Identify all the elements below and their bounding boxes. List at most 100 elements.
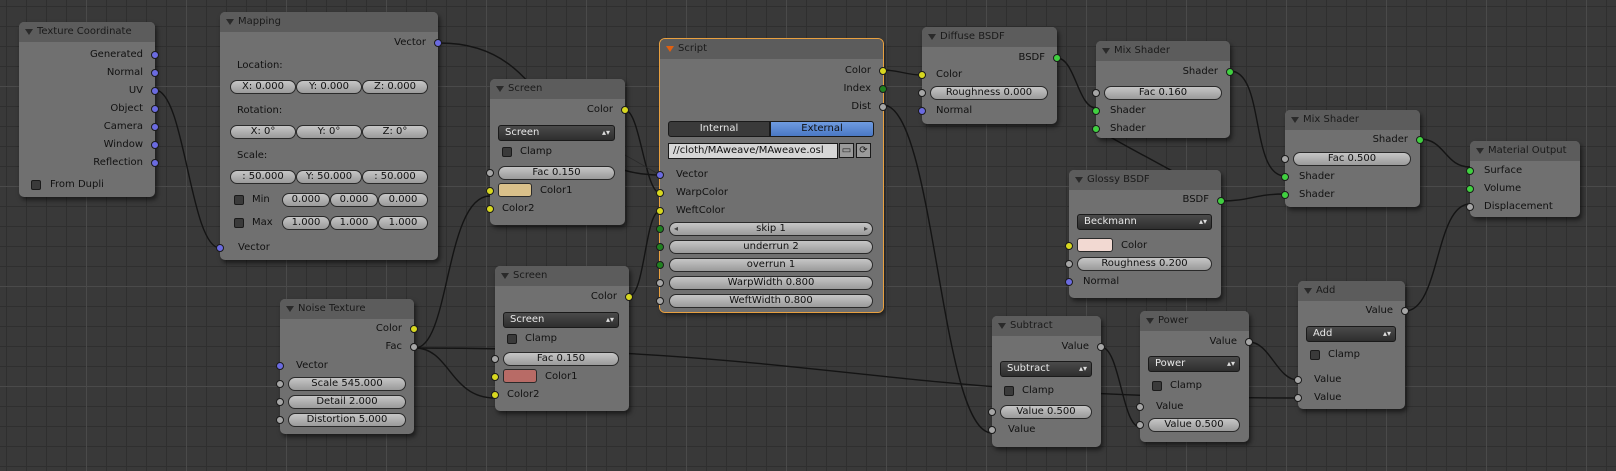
socket-object[interactable] [151,105,159,113]
socket-detail[interactable] [276,398,284,406]
socket-weftwidth[interactable] [656,297,664,305]
glossy-bsdf-node[interactable]: Glossy BSDF BSDF Beckmann ▴▾ Color Roughn… [1065,170,1225,298]
socket-shader1-in[interactable] [1092,107,1100,115]
internal-toggle[interactable]: Internal [668,121,770,137]
node-header[interactable]: Screen [495,266,629,286]
socket-warpwidth[interactable] [656,279,664,287]
socket-shader-out[interactable] [1416,136,1424,144]
socket-color-in[interactable] [918,71,926,79]
power-math-node[interactable]: Power Value Power ▴▾ Clamp Value Value 0.… [1136,311,1253,442]
color1-swatch[interactable] [503,369,537,383]
blend-mode-dropdown[interactable]: Screen ▴▾ [503,312,619,328]
socket-color-out[interactable] [410,325,418,333]
noise-texture-node[interactable]: Noise Texture Color Fac Vector Scale 545… [276,299,418,434]
socket-index-out[interactable] [879,85,887,93]
screen-node-1[interactable]: Screen Color Screen ▴▾ Clamp Fac 0.150 Co… [486,79,629,225]
socket-camera[interactable] [151,123,159,131]
mix-shader-node-2[interactable]: Mix Shader Shader Fac 0.500 Shader Shade… [1281,110,1424,207]
skip-field[interactable]: skip 1 ◂ ▸ [669,222,873,236]
collapse-arrow-icon[interactable] [1102,48,1110,54]
socket-fac-out[interactable] [410,343,418,351]
max-checkbox[interactable] [234,218,244,228]
socket-normal-in[interactable] [1065,278,1073,286]
socket-color1[interactable] [491,373,499,381]
socket-generated[interactable] [151,51,159,59]
node-header[interactable]: Mix Shader [1285,110,1420,130]
min-checkbox[interactable] [234,195,244,205]
socket-value-out[interactable] [1401,307,1409,315]
color1-swatch[interactable] [498,183,532,197]
clamp-checkbox[interactable] [507,334,517,344]
material-output-node[interactable]: Material Output Surface Volume Displacem… [1466,141,1580,217]
underrun-field[interactable]: underrun 2 [669,240,873,254]
collapse-arrow-icon[interactable] [928,34,936,40]
socket-value-out[interactable] [1245,338,1253,346]
location-z-field[interactable]: Z: 0.000 [362,80,428,94]
operation-dropdown[interactable]: Subtract ▴▾ [1000,361,1092,377]
collapse-arrow-icon[interactable] [1291,117,1299,123]
socket-surface-in[interactable] [1466,167,1474,175]
rotation-y-field[interactable]: Y: 0° [296,125,362,139]
socket-underrun[interactable] [656,243,664,251]
socket-vector-in[interactable] [276,362,284,370]
socket-vector-in[interactable] [656,171,664,179]
socket-normal[interactable] [151,69,159,77]
socket-value2-in[interactable] [988,426,996,434]
collapse-arrow-icon[interactable] [1476,148,1484,154]
external-toggle[interactable]: External [770,121,874,137]
operation-dropdown[interactable]: Power ▴▾ [1148,356,1240,372]
socket-window[interactable] [151,141,159,149]
socket-color2[interactable] [486,205,494,213]
distortion-field[interactable]: Distortion 5.000 [288,413,406,427]
min-z-field[interactable]: 0.000 [378,193,428,207]
clamp-checkbox[interactable] [1152,381,1162,391]
mapping-node[interactable]: Mapping Vector Location: X: 0.000 Y: 0.0… [216,12,442,260]
reload-icon[interactable]: ⟳ [856,143,871,158]
socket-color-out[interactable] [625,293,633,301]
socket-skip[interactable] [656,225,664,233]
socket-bsdf-out[interactable] [1053,54,1061,62]
value2-field[interactable]: Value 0.500 [1148,418,1240,432]
rotation-x-field[interactable]: X: 0° [230,125,296,139]
fac-field[interactable]: Fac 0.500 [1293,152,1411,166]
node-header[interactable]: Texture Coordinate [19,22,155,42]
min-y-field[interactable]: 0.000 [330,193,378,207]
distribution-dropdown[interactable]: Beckmann ▴▾ [1077,214,1212,230]
script-node[interactable]: Script Color Index Dist Internal Externa… [656,38,887,313]
detail-field[interactable]: Detail 2.000 [288,395,406,409]
node-header[interactable]: Script [660,39,883,59]
scale-y-field[interactable]: Y: 50.000 [296,170,362,184]
folder-icon[interactable]: ▭ [839,143,854,158]
overrun-field[interactable]: overrun 1 [669,258,873,272]
node-header[interactable]: Mapping [220,12,438,32]
screen-node-2[interactable]: Screen Color Screen ▴▾ Clamp Fac 0.150 Co… [491,266,633,411]
socket-vector-in[interactable] [216,244,224,252]
warpwidth-field[interactable]: WarpWidth 0.800 [669,276,873,290]
scale-x-field[interactable]: : 50.000 [230,170,296,184]
node-header[interactable]: Diffuse BSDF [922,27,1057,47]
script-path-input[interactable]: //cloth/MAweave/MAweave.osl [668,143,838,159]
socket-dist-out[interactable] [879,103,887,111]
texture-coordinate-node[interactable]: Texture Coordinate Generated Normal UV O… [19,22,159,197]
collapse-arrow-icon[interactable] [496,86,504,92]
socket-fac-in[interactable] [1281,155,1289,163]
add-math-node[interactable]: Add Value Add ▴▾ Clamp Value Value [1294,281,1409,409]
roughness-field[interactable]: Roughness 0.000 [930,86,1048,100]
color-swatch[interactable] [1077,238,1113,252]
node-header[interactable]: Power [1140,311,1249,331]
socket-shader-out[interactable] [1226,68,1234,76]
max-y-field[interactable]: 1.000 [330,216,378,230]
mix-shader-node-1[interactable]: Mix Shader Shader Fac 0.160 Shader Shade… [1092,41,1234,138]
value1-field[interactable]: Value 0.500 [1000,405,1092,419]
blend-mode-dropdown[interactable]: Screen ▴▾ [498,125,615,141]
socket-value1-in[interactable] [1136,403,1144,411]
collapse-arrow-icon[interactable] [998,323,1006,329]
socket-color-in[interactable] [1065,242,1073,250]
node-header[interactable]: Screen [490,79,625,99]
clamp-checkbox[interactable] [1004,386,1014,396]
socket-fac-in[interactable] [1092,89,1100,97]
weftwidth-field[interactable]: WeftWidth 0.800 [669,294,873,308]
node-header[interactable]: Glossy BSDF [1069,170,1221,190]
socket-uv[interactable] [151,87,159,95]
max-x-field[interactable]: 1.000 [282,216,330,230]
